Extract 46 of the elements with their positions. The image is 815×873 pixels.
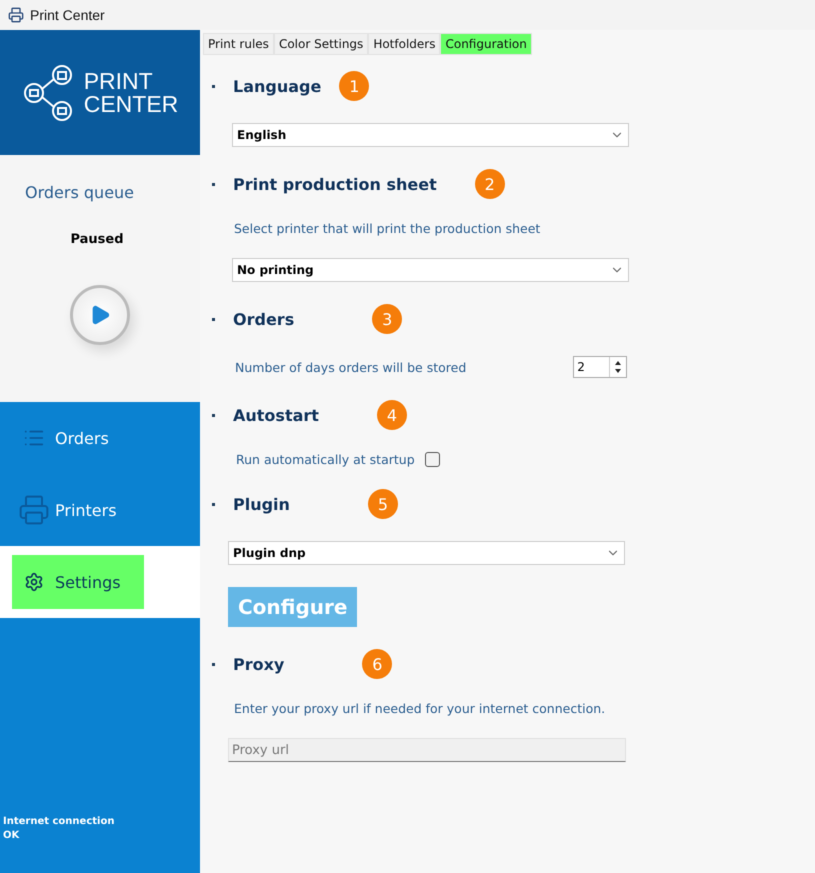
step-badge: 6 — [362, 649, 392, 679]
bullet-icon — [212, 84, 215, 88]
dropdown[interactable]: English — [232, 123, 629, 147]
tab[interactable]: Print rules — [203, 33, 274, 55]
step-badge: 4 — [376, 400, 407, 430]
checkbox[interactable] — [424, 452, 440, 467]
section-heading: Language — [233, 76, 322, 96]
bullet-icon — [212, 318, 215, 320]
bullet-icon — [212, 414, 215, 416]
tab[interactable]: Color Settings — [274, 33, 368, 55]
step-badge: 2 — [474, 169, 505, 199]
checkbox-label: Run automatically at startup — [236, 452, 415, 467]
queue-title: Orders queue — [25, 183, 134, 202]
proxy-field[interactable]: Proxy url — [228, 738, 626, 762]
description-text: Number of days orders will be stored — [235, 360, 466, 374]
section-heading: Orders — [233, 310, 294, 328]
bullet-icon — [212, 502, 215, 506]
step-badge: 5 — [368, 489, 398, 519]
nav-item[interactable]: Settings — [12, 555, 144, 609]
nav-item[interactable]: Printers — [12, 494, 144, 526]
tab[interactable]: Hotfolders — [368, 33, 440, 55]
step-badge: 1 — [339, 71, 370, 101]
bullet-icon — [212, 182, 215, 186]
tab[interactable]: Configuration — [440, 33, 532, 55]
section-heading: Plugin — [233, 494, 290, 514]
printer-icon — [18, 494, 50, 526]
section-heading: Autostart — [233, 406, 319, 424]
dropdown[interactable]: No printing — [232, 258, 629, 282]
app-icon — [8, 7, 24, 23]
logo-text: PRINT — [84, 70, 154, 92]
nav-item[interactable]: Orders — [12, 427, 144, 449]
number-spinner[interactable]: 2 — [573, 356, 628, 378]
description-text: Enter your proxy url if needed for your internet connection. — [234, 701, 606, 716]
settings-icon — [24, 572, 44, 592]
queue-status: Paused — [70, 232, 124, 247]
spin-arrows-icon — [614, 359, 622, 375]
description-text: Select printer that will print the production sheet — [234, 221, 540, 236]
step-badge: 3 — [372, 304, 402, 334]
connection-status: OK — [3, 829, 20, 843]
dropdown[interactable]: Plugin dnp — [228, 541, 625, 565]
bullet-icon — [212, 662, 215, 666]
section-heading: Proxy — [233, 654, 284, 674]
window-title: Print Center — [30, 7, 105, 23]
connection-label: Internet connection — [3, 815, 116, 829]
logo-text: CENTER — [84, 92, 178, 116]
section-heading: Print production sheet — [233, 174, 437, 194]
